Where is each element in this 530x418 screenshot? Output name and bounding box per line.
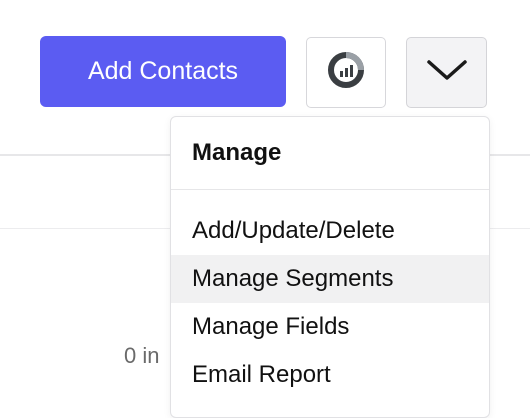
add-contacts-button[interactable]: Add Contacts [40, 36, 286, 107]
menu-item-label: Email Report [192, 361, 331, 388]
menu-item-label: Manage Fields [192, 313, 350, 340]
menu-item-label: Add/Update/Delete [192, 217, 395, 244]
report-chart-icon [326, 50, 366, 95]
menu-header: Manage [192, 139, 282, 166]
contacts-count-text: 0 in [124, 343, 160, 368]
menu-item-label: Manage Segments [192, 265, 394, 292]
menu-divider [171, 189, 489, 190]
chevron-down-icon [426, 58, 468, 87]
menu-item-manage-fields[interactable]: Manage Fields [171, 303, 489, 351]
more-options-dropdown-button[interactable] [406, 37, 487, 108]
menu-item-email-report[interactable]: Email Report [171, 351, 489, 399]
manage-dropdown-menu: Manage Add/Update/Delete Manage Segments… [170, 116, 490, 418]
menu-item-manage-segments[interactable]: Manage Segments [171, 255, 489, 303]
report-chart-button[interactable] [306, 37, 386, 108]
menu-item-add-update-delete[interactable]: Add/Update/Delete [171, 207, 489, 255]
add-contacts-label: Add Contacts [87, 57, 239, 85]
